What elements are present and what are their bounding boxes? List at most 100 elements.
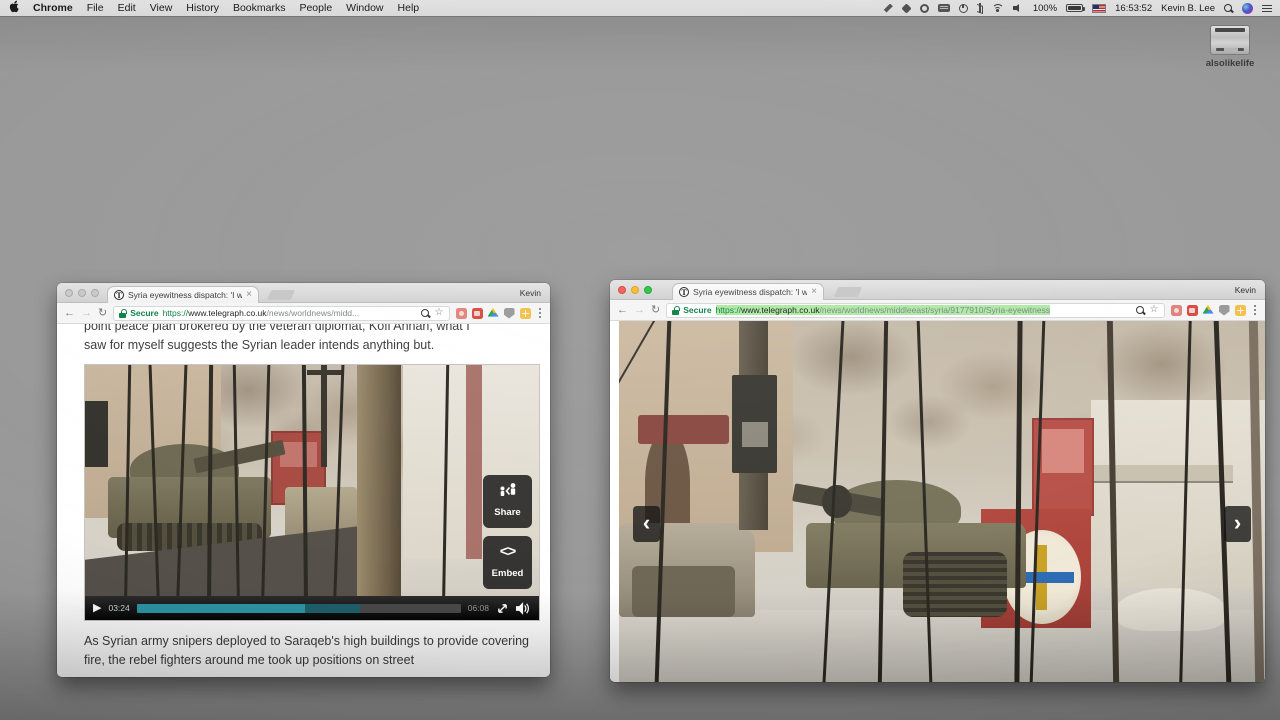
menu-item-file[interactable]: File — [87, 2, 104, 14]
menu-item-bookmarks[interactable]: Bookmarks — [233, 2, 286, 14]
browser-toolbar: ← → ↻ Secure https://www.telegraph.co.uk… — [57, 303, 550, 324]
omnibox-actions: ☆ — [421, 308, 444, 318]
profile-name[interactable]: Kevin — [520, 288, 541, 298]
menu-item-edit[interactable]: Edit — [118, 2, 136, 14]
drive-extension-icon[interactable] — [1203, 305, 1214, 315]
clock-status-icon[interactable] — [959, 4, 968, 13]
titlebar[interactable]: T Syria eyewitness dispatch: 'I w × Kevi… — [57, 283, 550, 303]
reload-icon[interactable]: ↻ — [98, 308, 107, 319]
spotlight-search-icon[interactable] — [1224, 4, 1233, 13]
forward-icon[interactable]: → — [634, 305, 645, 316]
minimize-window-button[interactable] — [78, 289, 86, 297]
browser-toolbar: ← → ↻ Secure https://www.telegraph.co.uk… — [610, 300, 1265, 321]
tank-tracks — [903, 552, 1006, 617]
video-duration: 06:08 — [468, 599, 489, 618]
drive-extension-icon[interactable] — [488, 308, 499, 318]
tree-trunk — [357, 365, 400, 620]
reload-icon[interactable]: ↻ — [651, 305, 660, 316]
profile-name[interactable]: Kevin — [1235, 285, 1256, 295]
shield-extension-icon[interactable] — [504, 308, 515, 319]
tab-close-icon[interactable]: × — [246, 290, 252, 300]
record-status-icon[interactable] — [920, 4, 929, 13]
gallery-prev-button[interactable]: ‹ — [633, 506, 660, 542]
siri-icon[interactable] — [1242, 3, 1253, 14]
dropbox-status-icon[interactable] — [901, 3, 911, 13]
volume-icon[interactable] — [516, 602, 531, 615]
tab-close-icon[interactable]: × — [811, 287, 817, 297]
rubble-pile — [1116, 588, 1226, 631]
battery-icon[interactable] — [1066, 4, 1083, 12]
embed-button[interactable]: <> Embed — [483, 536, 532, 589]
desktop-volume-alsolikelife[interactable]: alsolikelife — [1198, 25, 1262, 69]
share-button[interactable]: Share — [483, 475, 532, 528]
new-tab-button[interactable] — [834, 287, 862, 297]
macos-menu-bar: Chrome File Edit View History Bookmarks … — [0, 0, 1280, 17]
minimize-window-button[interactable] — [631, 286, 639, 294]
embed-label: Embed — [492, 564, 524, 583]
menu-item-people[interactable]: People — [299, 2, 332, 14]
menu-item-window[interactable]: Window — [346, 2, 383, 14]
shield-extension-icon[interactable] — [1219, 305, 1230, 316]
menubar-user-name[interactable]: Kevin B. Lee — [1161, 3, 1215, 14]
fullscreen-icon[interactable] — [496, 602, 509, 615]
building-stripe — [466, 365, 482, 564]
extension-icon-red[interactable] — [1187, 305, 1198, 316]
video-player[interactable]: Share <> Embed ▶ 03:24 06:08 — [84, 364, 540, 621]
zoom-window-button[interactable] — [644, 286, 652, 294]
extension-icon-pink[interactable] — [1171, 305, 1182, 316]
share-label: Share — [494, 503, 520, 522]
url-text: https://www.telegraph.co.uk/news/worldne… — [163, 308, 360, 318]
notes-extension-icon[interactable] — [1235, 305, 1246, 316]
browser-tab[interactable]: T Syria eyewitness dispatch: 'I w × — [672, 283, 824, 300]
building-sign — [638, 415, 728, 444]
extensions-row — [1171, 305, 1246, 316]
back-icon[interactable]: ← — [617, 305, 628, 316]
keyboard-layout-flag-icon[interactable] — [1092, 4, 1106, 13]
gallery-next-button[interactable]: › — [1224, 506, 1251, 542]
back-icon[interactable]: ← — [64, 308, 75, 319]
secure-lock-icon — [119, 309, 126, 318]
url-path: /news/worldnews/midd... — [267, 308, 360, 318]
window-controls — [65, 289, 99, 297]
extension-icon-red[interactable] — [472, 308, 483, 319]
article-line: saw for myself suggests the Syrian leade… — [84, 336, 536, 355]
chrome-menu-icon[interactable] — [1254, 309, 1257, 312]
menu-item-help[interactable]: Help — [398, 2, 420, 14]
bookmark-star-icon[interactable]: ☆ — [435, 308, 444, 318]
utility-pole — [321, 365, 326, 467]
wifi-icon[interactable] — [992, 4, 1004, 13]
video-progress-bar[interactable] — [137, 604, 461, 613]
search-icon[interactable] — [1136, 306, 1145, 315]
pen-status-icon[interactable] — [884, 4, 893, 13]
apple-menu-icon[interactable] — [8, 0, 19, 16]
menubar-clock[interactable]: 16:53:52 — [1115, 3, 1152, 14]
close-window-button[interactable] — [65, 289, 73, 297]
address-bar[interactable]: Secure https://www.telegraph.co.uk/news/… — [666, 303, 1164, 318]
new-tab-button[interactable] — [267, 290, 295, 300]
chrome-menu-icon[interactable] — [539, 312, 542, 315]
chevron-left-icon: ‹ — [643, 510, 650, 536]
transformer-box — [85, 401, 108, 467]
notes-extension-icon[interactable] — [520, 308, 531, 319]
secure-label: Secure — [683, 305, 711, 315]
bookmark-star-icon[interactable]: ☆ — [1150, 305, 1159, 315]
address-bar[interactable]: Secure https://www.telegraph.co.uk/news/… — [113, 306, 449, 321]
kiosk-panel — [1042, 429, 1084, 472]
notification-center-icon[interactable] — [1262, 4, 1272, 13]
extension-icon-pink[interactable] — [456, 308, 467, 319]
zoom-window-button[interactable] — [91, 289, 99, 297]
volume-menubar-icon[interactable] — [1013, 4, 1024, 13]
keyboard-status-icon[interactable] — [938, 4, 950, 12]
tab-title: Syria eyewitness dispatch: 'I w — [128, 290, 242, 300]
menu-item-history[interactable]: History — [186, 2, 219, 14]
close-window-button[interactable] — [618, 286, 626, 294]
search-icon[interactable] — [421, 309, 430, 318]
play-icon[interactable]: ▶ — [93, 603, 101, 614]
forward-icon[interactable]: → — [81, 308, 92, 319]
bluetooth-icon[interactable] — [977, 3, 983, 13]
photo-scene — [619, 321, 1265, 682]
browser-tab[interactable]: T Syria eyewitness dispatch: 'I w × — [107, 286, 259, 303]
titlebar[interactable]: T Syria eyewitness dispatch: 'I w × Kevi… — [610, 280, 1265, 300]
menu-item-view[interactable]: View — [150, 2, 173, 14]
menu-item-chrome[interactable]: Chrome — [33, 2, 73, 14]
